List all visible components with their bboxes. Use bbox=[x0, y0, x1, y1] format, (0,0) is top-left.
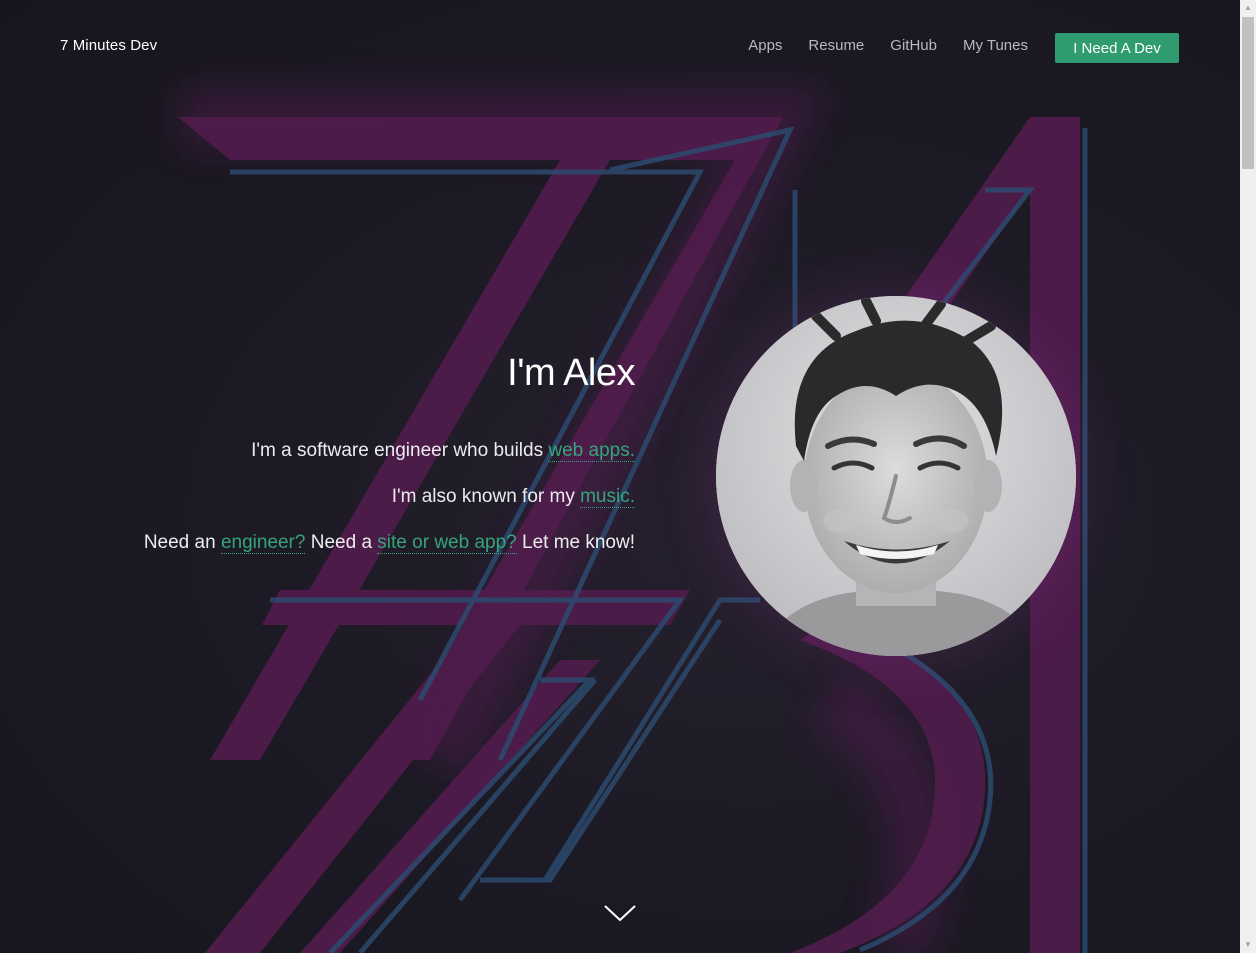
intro: I'm Alex I'm a software engineer who bui… bbox=[100, 352, 636, 577]
intro-line-2-text: I'm also known for my bbox=[391, 486, 581, 507]
nav-link-github[interactable]: GitHub bbox=[890, 37, 937, 54]
navbar: 7 Minutes Dev Apps Resume GitHub My Tune… bbox=[0, 0, 1240, 94]
engineer-link[interactable]: engineer? bbox=[220, 532, 306, 554]
scroll-thumb[interactable] bbox=[1242, 17, 1254, 169]
intro-line-3-text-1: Need an bbox=[143, 532, 221, 553]
avatar-portrait bbox=[716, 296, 1076, 656]
intro-line-2: I'm also known for my music. bbox=[100, 485, 635, 509]
chevron-down-icon[interactable] bbox=[603, 903, 637, 923]
scroll-down-arrow-icon[interactable]: ▼ bbox=[1240, 937, 1256, 953]
nav-links: Apps Resume GitHub My Tunes bbox=[748, 37, 1028, 54]
site-or-web-app-link[interactable]: site or web app? bbox=[377, 532, 517, 554]
web-apps-link[interactable]: web apps. bbox=[548, 440, 635, 462]
intro-line-1-text: I'm a software engineer who builds bbox=[251, 440, 549, 461]
music-link[interactable]: music. bbox=[580, 486, 635, 508]
intro-line-3-text-3: Let me know! bbox=[516, 532, 635, 553]
nav-link-apps[interactable]: Apps bbox=[748, 37, 782, 54]
nav-link-resume[interactable]: Resume bbox=[808, 37, 864, 54]
intro-line-1: I'm a software engineer who builds web a… bbox=[100, 439, 635, 463]
scrollbar[interactable]: ▲ ▼ bbox=[1240, 0, 1256, 953]
intro-heading: I'm Alex bbox=[507, 352, 635, 394]
page: 7 Minutes Dev Apps Resume GitHub My Tune… bbox=[0, 0, 1256, 953]
intro-line-3-text-2: Need a bbox=[305, 532, 378, 553]
avatar bbox=[716, 296, 1076, 656]
intro-line-3: Need an engineer? Need a site or web app… bbox=[100, 531, 635, 555]
need-a-dev-button[interactable]: I Need A Dev bbox=[1055, 33, 1179, 63]
brand-link[interactable]: 7 Minutes Dev bbox=[60, 37, 157, 54]
nav-link-my-tunes[interactable]: My Tunes bbox=[963, 37, 1028, 54]
scroll-up-arrow-icon[interactable]: ▲ bbox=[1240, 0, 1256, 16]
